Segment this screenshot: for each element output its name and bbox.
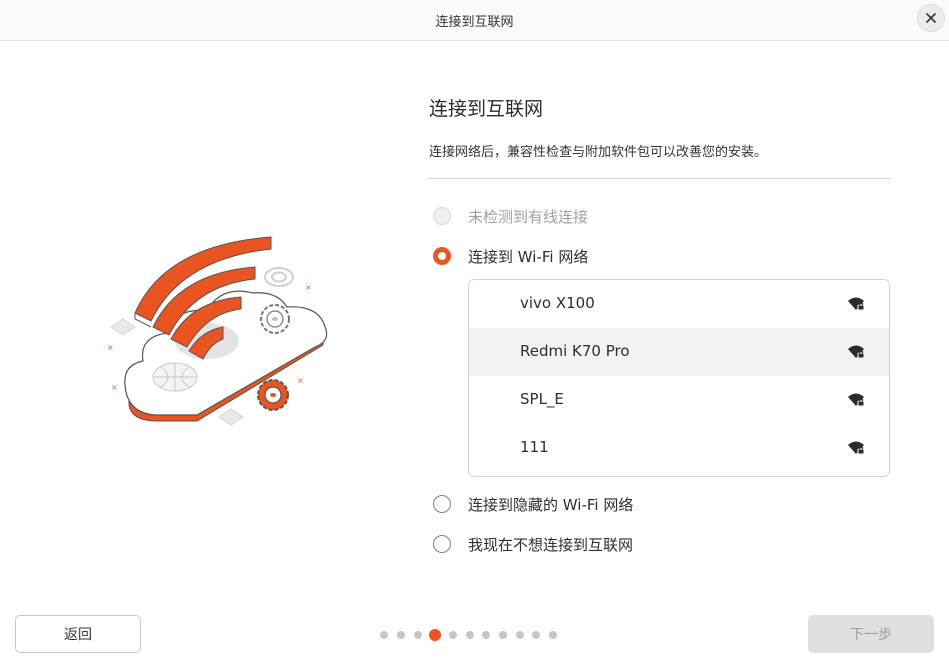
option-wired: 未检测到有线连接 [433, 205, 588, 227]
section-divider [428, 178, 891, 179]
wifi-secure-icon [848, 297, 865, 311]
page-dot [532, 631, 540, 639]
svg-text:×: × [111, 383, 118, 392]
wifi-secure-icon [848, 393, 865, 407]
page-dot [449, 631, 457, 639]
option-wifi-label: 连接到 Wi-Fi 网络 [468, 247, 589, 266]
page-dot [482, 631, 490, 639]
page-dot [549, 631, 557, 639]
radio-wired [433, 207, 451, 225]
radio-wifi[interactable] [433, 247, 451, 265]
close-button[interactable] [917, 4, 945, 32]
option-no-connection-label: 我现在不想连接到互联网 [468, 535, 634, 554]
page-dot [414, 631, 422, 639]
page-dot [466, 631, 474, 639]
wifi-network-list[interactable]: vivo X100 Redmi K70 Pro SPL_E 111 [468, 279, 890, 477]
page-dot [397, 631, 405, 639]
network-row[interactable]: Redmi K70 Pro [469, 328, 889, 376]
option-hidden-wifi-label: 连接到隐藏的 Wi-Fi 网络 [468, 495, 634, 514]
radio-hidden-wifi[interactable] [433, 495, 451, 513]
page-subtitle: 连接网络后，兼容性检查与附加软件包可以改善您的安装。 [429, 145, 768, 160]
wifi-secure-icon [848, 345, 865, 359]
network-row[interactable]: SPL_E [469, 376, 889, 424]
page-dot [380, 631, 388, 639]
page-dot [499, 631, 507, 639]
option-hidden-wifi[interactable]: 连接到隐藏的 Wi-Fi 网络 [433, 493, 633, 515]
network-row[interactable]: vivo X100 [469, 280, 889, 328]
title-bar: 连接到互联网 [0, 0, 949, 41]
radio-no-connection[interactable] [433, 535, 451, 553]
network-name: 111 [520, 438, 549, 456]
network-name: SPL_E [520, 390, 564, 408]
svg-text:×: × [107, 343, 114, 352]
option-wired-label: 未检测到有线连接 [468, 207, 589, 226]
svg-text:×: × [305, 283, 312, 292]
wifi-secure-icon [848, 441, 865, 455]
close-icon [926, 13, 936, 23]
page-dot-active [429, 629, 441, 641]
option-wifi[interactable]: 连接到 Wi-Fi 网络 [433, 245, 588, 267]
network-name: Redmi K70 Pro [520, 342, 630, 360]
svg-text:×: × [297, 376, 304, 385]
option-no-connection[interactable]: 我现在不想连接到互联网 [433, 533, 633, 555]
network-row[interactable]: 111 [469, 424, 889, 472]
page-heading: 连接到互联网 [429, 98, 544, 120]
next-button[interactable]: 下一步 [808, 615, 934, 653]
network-illustration: × × × × [107, 236, 328, 426]
network-name: vivo X100 [520, 294, 595, 312]
page-dot [516, 631, 524, 639]
back-button[interactable]: 返回 [15, 615, 141, 653]
window-title: 连接到互联网 [435, 15, 514, 30]
